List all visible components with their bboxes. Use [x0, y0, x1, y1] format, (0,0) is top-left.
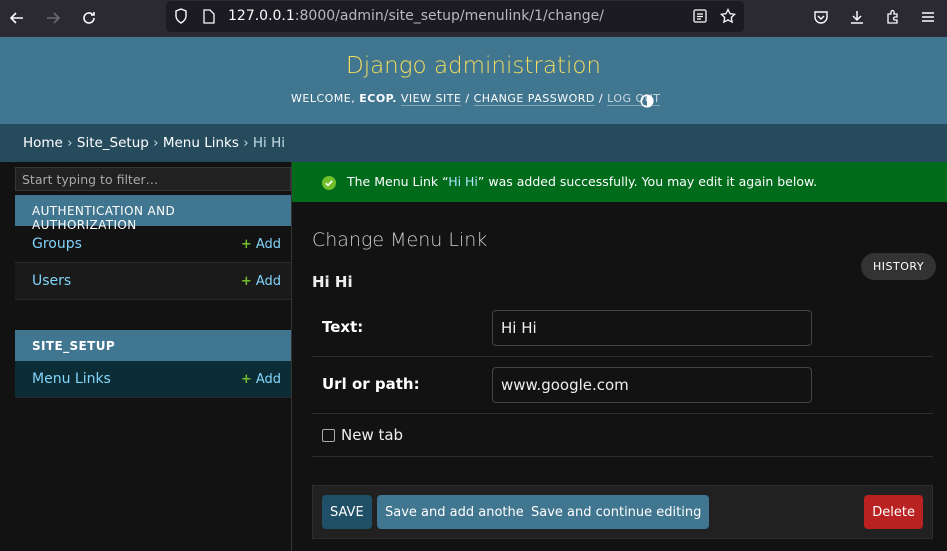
sidebar-item-users[interactable]: Users + Add — [15, 263, 291, 300]
breadcrumb-separator: › — [67, 135, 73, 151]
plus-icon: + — [240, 274, 252, 289]
nav-sidebar: Start typing to filter… AUTHENTICATION A… — [15, 162, 292, 551]
nav-filter-input[interactable]: Start typing to filter… — [15, 167, 291, 191]
add-menu-links-link[interactable]: + Add — [241, 372, 281, 387]
history-button[interactable]: HISTORY — [861, 253, 937, 280]
menu-icon[interactable] — [917, 6, 939, 28]
message-object-link[interactable]: Hi Hi — [448, 174, 478, 189]
view-site-link[interactable]: VIEW SITE — [400, 92, 462, 106]
object-title: Hi Hi — [312, 273, 353, 291]
sidebar-item-groups[interactable]: Groups + Add — [15, 226, 291, 263]
url-field[interactable]: www.google.com — [492, 367, 812, 403]
page-title: Change Menu Link — [312, 229, 488, 251]
add-users-link[interactable]: + Add — [241, 274, 281, 289]
separator: / — [598, 92, 604, 105]
bookmark-star-icon[interactable] — [717, 5, 739, 27]
message-suffix: ” was added successfully. You may edit i… — [477, 174, 818, 189]
main-content: The Menu Link “Hi Hi” was added successf… — [292, 162, 947, 551]
module-caption-site-setup[interactable]: SITE_SETUP — [15, 330, 291, 361]
form-row-url: Url or path: www.google.com — [312, 357, 933, 414]
form-row-new-tab: New tab — [312, 414, 933, 457]
submit-row: SAVE Save and add another Save and conti… — [312, 485, 933, 539]
welcome-text: WELCOME, — [291, 92, 356, 105]
add-label: Add — [255, 274, 281, 289]
site-name[interactable]: Django administration — [0, 53, 947, 79]
pocket-icon[interactable] — [810, 6, 832, 28]
save-button[interactable]: SAVE — [322, 495, 372, 529]
save-continue-button[interactable]: Save and continue editing — [523, 495, 710, 529]
separator: / — [465, 92, 470, 105]
site-header: Django administration WELCOME, ECOP. VIE… — [0, 37, 947, 124]
page-icon — [198, 5, 220, 27]
url-text[interactable]: 127.0.0.1:8000/admin/site_setup/menulink… — [228, 8, 604, 24]
breadcrumb: Home › Site_Setup › Menu Links › Hi Hi — [0, 124, 947, 162]
url-bar[interactable]: 127.0.0.1:8000/admin/site_setup/menulink… — [166, 1, 744, 32]
module-caption-auth[interactable]: AUTHENTICATION AND AUTHORIZATION — [15, 195, 291, 232]
save-add-another-button[interactable]: Save and add another — [377, 495, 538, 529]
add-label: Add — [255, 237, 281, 252]
form-row-text: Text: Hi Hi — [312, 299, 933, 357]
success-message: The Menu Link “Hi Hi” was added successf… — [292, 162, 947, 202]
reload-icon[interactable] — [77, 6, 101, 30]
url-field-label: Url or path: — [322, 375, 420, 393]
text-field[interactable]: Hi Hi — [492, 310, 812, 346]
breadcrumb-separator: › — [243, 135, 249, 151]
breadcrumb-menu-links[interactable]: Menu Links — [163, 135, 239, 151]
model-link-groups[interactable]: Groups — [32, 236, 82, 252]
breadcrumb-home[interactable]: Home — [23, 135, 63, 151]
user-tools: WELCOME, ECOP. VIEW SITE / CHANGE PASSWO… — [291, 92, 661, 106]
reader-view-icon[interactable] — [689, 5, 711, 27]
add-label: Add — [255, 372, 281, 387]
theme-toggle-icon[interactable] — [640, 93, 654, 108]
new-tab-label[interactable]: New tab — [341, 426, 403, 444]
text-field-label: Text: — [322, 318, 364, 336]
breadcrumb-current: Hi Hi — [252, 135, 285, 151]
sidebar-item-menu-links[interactable]: Menu Links + Add — [15, 361, 291, 398]
plus-icon: + — [240, 237, 252, 252]
plus-icon: + — [240, 372, 252, 387]
downloads-icon[interactable] — [846, 6, 868, 28]
extensions-icon[interactable] — [882, 6, 904, 28]
forward-icon[interactable] — [41, 6, 65, 30]
check-circle-icon — [322, 175, 336, 190]
change-password-link[interactable]: CHANGE PASSWORD — [473, 92, 595, 106]
username: ECOP. — [359, 92, 397, 105]
breadcrumb-site-setup[interactable]: Site_Setup — [77, 135, 149, 151]
back-icon[interactable] — [5, 6, 29, 30]
new-tab-checkbox[interactable] — [322, 429, 335, 442]
add-groups-link[interactable]: + Add — [241, 237, 281, 252]
model-link-users[interactable]: Users — [32, 273, 71, 289]
browser-toolbar: 127.0.0.1:8000/admin/site_setup/menulink… — [0, 0, 947, 37]
delete-button[interactable]: Delete — [864, 495, 923, 529]
message-prefix: The Menu Link “ — [347, 174, 449, 189]
shield-icon[interactable] — [170, 5, 192, 27]
model-link-menu-links[interactable]: Menu Links — [32, 371, 111, 387]
breadcrumb-separator: › — [153, 135, 159, 151]
